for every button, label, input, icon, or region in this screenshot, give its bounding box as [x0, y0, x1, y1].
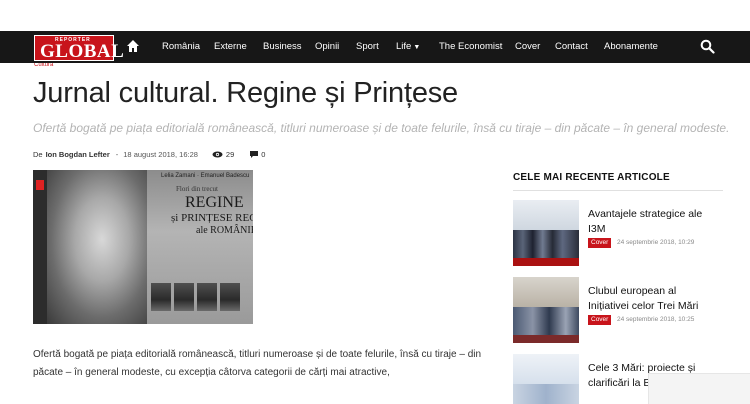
recent-article-title[interactable]: Avantajele strategice ale I3M — [588, 207, 718, 237]
category-badge[interactable]: Cover — [588, 238, 612, 248]
recent-article-title[interactable]: Clubul european al Inițiativei celor Tre… — [588, 284, 718, 314]
comment-icon[interactable] — [250, 151, 259, 158]
search-icon[interactable] — [700, 39, 715, 54]
nav-item-life-label: Life — [396, 41, 412, 52]
by-label: De — [33, 150, 43, 159]
article-meta: De Ion Bogdan Lefter - 18 august 2018, 1… — [33, 150, 265, 159]
portrait-thumb — [151, 283, 171, 311]
meta-separator: - — [115, 150, 119, 159]
cover-line-3: și PRINȚESE REGALE — [171, 212, 253, 224]
divider — [513, 190, 723, 191]
portrait-photo — [47, 170, 147, 324]
site-logo[interactable]: REPORTER GLOBAL — [34, 35, 124, 62]
featured-image[interactable]: Lelia Zamani · Emanuel Badescu Flori din… — [33, 170, 253, 324]
overlay-corner — [648, 373, 750, 404]
cover-line-2: REGINE — [185, 194, 244, 211]
nav-item-cover[interactable]: Cover — [515, 41, 540, 52]
recent-articles-heading: CELE MAI RECENTE ARTICOLE — [513, 172, 670, 183]
publish-date: 18 august 2018, 16:28 — [123, 150, 198, 159]
article-body: Ofertă bogată pe piața editorială române… — [33, 349, 482, 378]
article-thumbnail[interactable] — [513, 200, 579, 266]
nav-item-life[interactable]: Life ▼ — [396, 41, 420, 52]
top-navbar: REPORTER GLOBAL România Externe Business… — [0, 31, 750, 63]
nav-item-opinii[interactable]: Opinii — [315, 41, 339, 52]
comment-count[interactable]: 0 — [261, 150, 265, 159]
recent-article-date: 24 septembrie 2018, 10:25 — [617, 316, 695, 323]
cover-line-1: Flori din trecut — [176, 185, 218, 193]
nav-item-externe[interactable]: Externe — [214, 41, 247, 52]
author-link[interactable]: Ion Bogdan Lefter — [46, 150, 110, 159]
portrait-thumb — [174, 283, 194, 311]
category-badge[interactable]: Cover — [588, 315, 612, 325]
article-thumbnail[interactable] — [513, 354, 579, 404]
thumb-floor — [513, 335, 579, 343]
recent-article-date: 24 septembrie 2018, 10:29 — [617, 239, 695, 246]
logo-big-text: GLOBAL — [40, 41, 125, 62]
thumb-background — [513, 354, 579, 384]
article-title: Jurnal cultural. Regine și Prințese — [33, 77, 458, 109]
cover-portrait-strip — [151, 283, 240, 311]
cover-authors: Lelia Zamani · Emanuel Badescu — [161, 173, 250, 179]
portrait-thumb — [197, 283, 217, 311]
home-icon[interactable] — [126, 39, 140, 53]
cover-line-4: ale ROMÂNIEI — [196, 225, 253, 236]
nav-item-romania[interactable]: România — [162, 41, 200, 52]
nav-item-abonamente[interactable]: Abonamente — [604, 41, 658, 52]
book-spine — [33, 170, 47, 324]
thumb-background — [513, 200, 579, 230]
recent-article[interactable]: Avantajele strategice ale I3M Cover 24 s… — [513, 200, 728, 266]
chevron-down-icon: ▼ — [413, 44, 421, 51]
thumb-floor — [513, 258, 579, 266]
breadcrumb[interactable]: Cultură — [34, 63, 154, 69]
nav-item-sport[interactable]: Sport — [356, 41, 379, 52]
recent-article[interactable]: Clubul european al Inițiativei celor Tre… — [513, 277, 728, 343]
thumb-people — [513, 384, 579, 404]
thumb-background — [513, 277, 579, 307]
view-count: 29 — [225, 150, 235, 159]
nav-item-contact[interactable]: Contact — [555, 41, 588, 52]
eye-icon — [212, 151, 223, 158]
publisher-badge — [36, 180, 44, 190]
article-thumbnail[interactable] — [513, 277, 579, 343]
article-subtitle: Ofertă bogată pe piața editorială române… — [33, 121, 730, 135]
nav-item-business[interactable]: Business — [263, 41, 302, 52]
portrait-thumb — [220, 283, 240, 311]
nav-item-the-economist[interactable]: The Economist — [439, 41, 502, 52]
